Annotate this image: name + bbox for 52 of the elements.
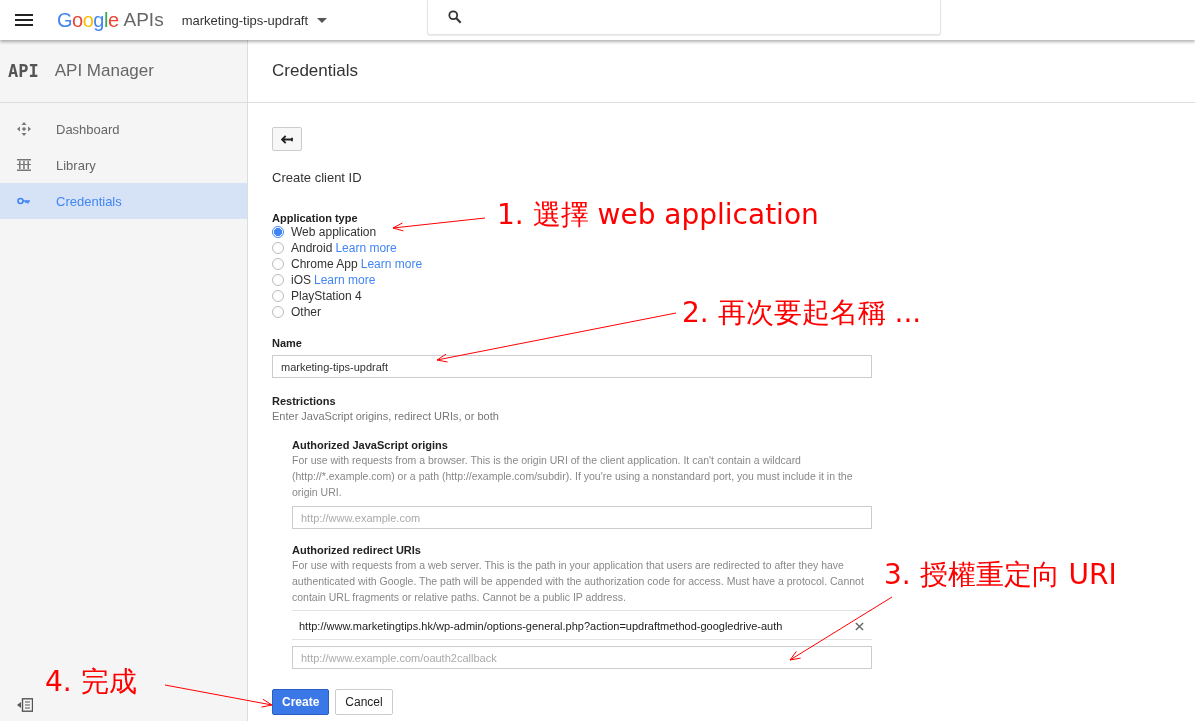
logo-suffix: APIs xyxy=(123,9,164,31)
redirect-uri: http://www.marketingtips.hk/wp-admin/options-general.php?action=updraftmethod-googledrive-auth xyxy=(299,619,784,633)
learn-more-link[interactable]: Learn more xyxy=(360,257,423,271)
sidebar-item[interactable]: Dashboard xyxy=(0,111,247,147)
caret-icon xyxy=(317,17,328,23)
remove-icon[interactable] xyxy=(855,622,864,631)
option-label[interactable]: Web application xyxy=(291,225,377,239)
cancel-button[interactable]: Cancel xyxy=(335,689,393,715)
radio-button[interactable] xyxy=(272,306,284,318)
move-icon xyxy=(17,122,31,136)
sidebar-title: API Manager xyxy=(54,61,154,81)
search-icon xyxy=(448,10,463,24)
field-label: Application type xyxy=(272,212,358,224)
create-button[interactable]: Create xyxy=(272,689,330,715)
back-button[interactable] xyxy=(272,127,302,151)
section-title: Restrictions xyxy=(272,395,336,407)
radio-button[interactable] xyxy=(272,274,284,286)
option-label[interactable]: PlayStation 4 xyxy=(291,289,362,303)
subsection-title: Authorized JavaScript origins xyxy=(292,439,448,451)
page-title: Credentials xyxy=(272,61,358,81)
option-label[interactable]: Other xyxy=(291,305,321,319)
option-label[interactable]: Chrome App xyxy=(291,257,358,271)
subsection-title: Authorized redirect URIs xyxy=(292,544,421,556)
section-hint: Enter JavaScript origins, redirect URIs, or both xyxy=(272,410,499,422)
option-label[interactable]: iOS xyxy=(291,273,311,287)
radio-button[interactable] xyxy=(272,258,284,270)
subsection-description: For use with requests from a browser. This is the origin URI of the client application. It can't contain a wildcard (http://*.example.com) or a path (http://example.com/subdir). If you're using a nonstandard port, you must include it in the origin URI. xyxy=(292,453,854,500)
annotation-text: 2. 再次要起名稱 ... xyxy=(682,295,922,331)
annotation-text: 3. 授權重定向 URI xyxy=(884,557,1117,593)
back-arrow-icon xyxy=(280,134,294,144)
sidebar-item[interactable]: Library xyxy=(0,147,247,183)
radio-button[interactable] xyxy=(272,290,284,302)
logo-text[interactable]: Google xyxy=(57,8,119,32)
project-selector[interactable]: marketing-tips-updraft xyxy=(181,12,328,28)
redirect-uri-input[interactable]: http://www.example.com/oauth2callback xyxy=(292,646,872,669)
origin-input[interactable]: http://www.example.com xyxy=(292,506,872,529)
annotation-text: 4. 完成 xyxy=(45,664,137,700)
learn-more-link[interactable]: Learn more xyxy=(314,273,376,287)
option-label[interactable]: Android xyxy=(291,241,333,255)
radio-button[interactable] xyxy=(272,242,284,254)
library-icon xyxy=(17,158,31,172)
api-logo: API xyxy=(8,61,39,81)
form-title: Create client ID xyxy=(272,170,362,185)
annotation-text: 1. 選擇 web application xyxy=(497,197,819,233)
radio-button[interactable] xyxy=(272,226,284,238)
menu-icon[interactable] xyxy=(15,14,33,26)
name-input[interactable]: marketing-tips-updraft xyxy=(272,355,872,378)
learn-more-link[interactable]: Learn more xyxy=(335,241,397,255)
subsection-description: For use with requests from a web server. This is the path in your application that users are redirected to after they have authenticated with Google. The path will be appended with the authorization code for access. Must have a protocol. Cannot contain URL fragments or relative paths. Cannot be a public IP address. xyxy=(292,558,865,605)
field-label: Name xyxy=(272,337,302,349)
collapse-sidebar-icon[interactable] xyxy=(17,698,33,712)
search-field[interactable] xyxy=(427,0,942,35)
